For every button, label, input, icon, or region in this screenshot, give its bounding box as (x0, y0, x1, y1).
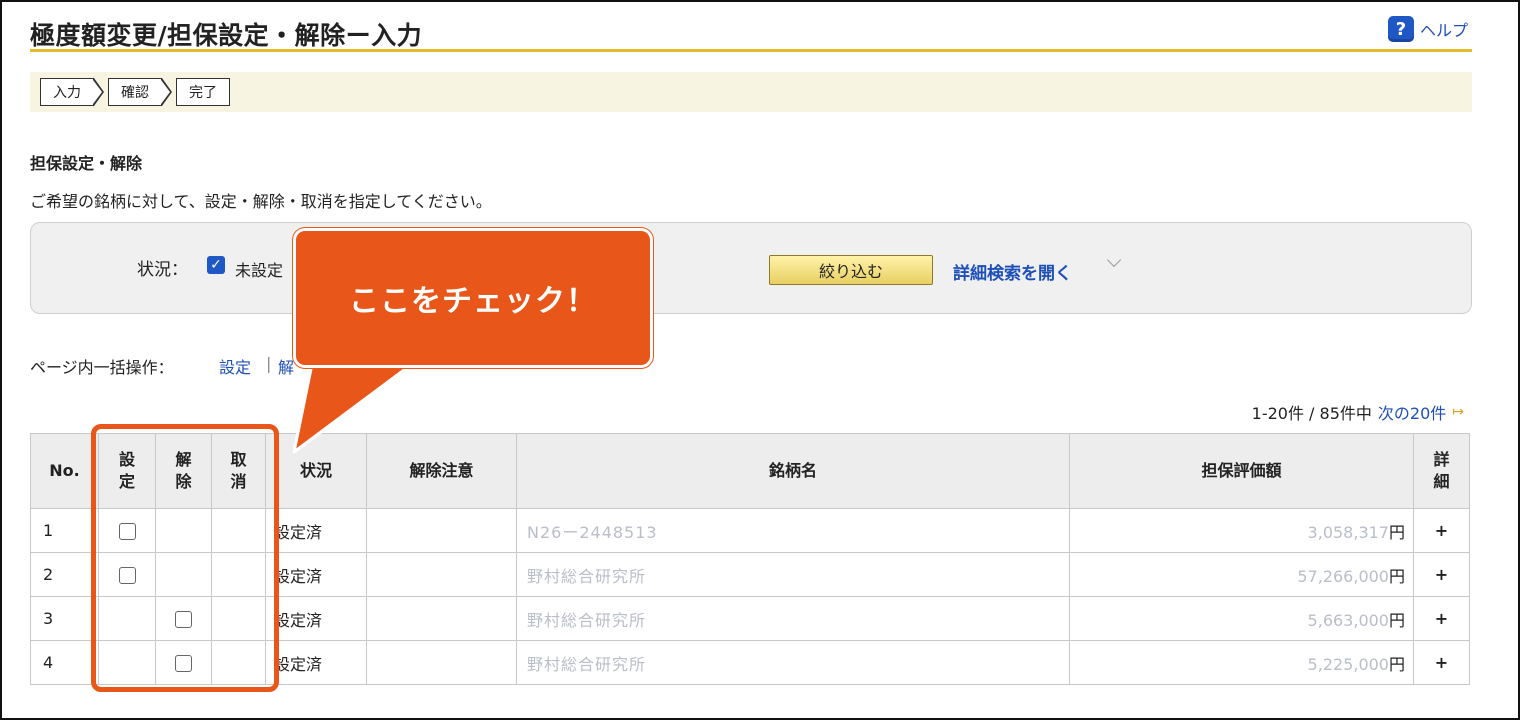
title-divider (30, 49, 1472, 52)
step-confirm: 確認 (108, 78, 162, 106)
pager-summary: 1-20件 / 85件中 (1251, 404, 1372, 423)
arrow-right-icon[interactable]: ↦ (1452, 404, 1464, 420)
row-value: 5,663,000 (1307, 610, 1389, 630)
row-yen: 円 (1388, 610, 1405, 630)
step-arrow-icon (160, 78, 172, 106)
next-page-link[interactable]: 次の20件 (1378, 400, 1446, 424)
checkbox-columns-highlight (91, 424, 279, 692)
detail-search-link[interactable]: 詳細検索を開く (953, 259, 1072, 284)
expand-detail-icon[interactable]: + (1413, 640, 1470, 685)
header-value: 担保評価額 (1069, 433, 1414, 509)
row-value-cell: 3,058,317円 (1069, 508, 1414, 553)
row-value: 57,266,000 (1297, 566, 1389, 586)
row-no: 2 (30, 552, 99, 597)
row-name: 野村総合研究所 (516, 552, 1070, 597)
row-name: 野村総合研究所 (516, 640, 1070, 685)
status-filter-label: 状況： (137, 260, 188, 280)
bulk-action-label: ページ内一括操作： (30, 358, 174, 377)
row-no: 3 (30, 596, 99, 641)
expand-detail-icon[interactable]: + (1413, 508, 1470, 553)
page-title: 極度額変更/担保設定・解除ー入力 (30, 21, 423, 50)
header-detail: 詳細 (1413, 433, 1470, 509)
step-arrow-icon (92, 78, 104, 106)
row-name: N26ー2448513 (516, 508, 1070, 553)
release-note-cell (366, 640, 517, 685)
pagination: 1-20件 / 85件中 次の20件 ↦ (1252, 400, 1464, 424)
row-value: 5,225,000 (1307, 654, 1389, 674)
header-detail-text: 詳細 (1433, 449, 1450, 491)
chevron-down-icon[interactable] (1106, 252, 1122, 268)
status-unset-checkbox[interactable]: ✓ (207, 256, 225, 274)
help-label: ヘルプ (1419, 21, 1468, 40)
row-yen: 円 (1388, 566, 1405, 586)
release-note-cell (366, 596, 517, 641)
step-complete: 完了 (176, 78, 230, 106)
step-input: 入力 (40, 78, 94, 106)
header-name: 銘柄名 (516, 433, 1070, 509)
row-status: 設定済 (265, 640, 367, 685)
help-link[interactable]: ? ヘルプ (1387, 16, 1468, 42)
release-note-cell (366, 508, 517, 553)
row-status: 設定済 (265, 596, 367, 641)
filter-panel: 状況： ✓ 未設定 絞り込む 詳細検索を開く (30, 222, 1472, 314)
filter-button[interactable]: 絞り込む (769, 255, 933, 285)
instruction-text: ご希望の銘柄に対して、設定・解除・取消を指定してください。 (30, 192, 492, 211)
help-icon: ? (1387, 16, 1414, 42)
expand-detail-icon[interactable]: + (1413, 596, 1470, 641)
row-status: 設定済 (265, 552, 367, 597)
row-yen: 円 (1388, 522, 1405, 542)
row-status: 設定済 (265, 508, 367, 553)
row-name: 野村総合研究所 (516, 596, 1070, 641)
row-no: 4 (30, 640, 99, 685)
bulk-separator: | (266, 354, 272, 373)
row-value-cell: 5,663,000円 (1069, 596, 1414, 641)
release-note-cell (366, 552, 517, 597)
row-no: 1 (30, 508, 99, 553)
callout-tail (292, 360, 414, 454)
row-value: 3,058,317 (1307, 522, 1389, 542)
bulk-set-link[interactable]: 設定 (219, 354, 251, 378)
row-value-cell: 5,225,000円 (1069, 640, 1414, 685)
row-value-cell: 57,266,000円 (1069, 552, 1414, 597)
status-unset-label: 未設定 (235, 261, 284, 280)
row-yen: 円 (1388, 654, 1405, 674)
section-heading: 担保設定・解除 (30, 154, 143, 173)
header-no: No. (30, 433, 99, 509)
screenshot-frame: 極度額変更/担保設定・解除ー入力 ? ヘルプ 入力 確認 完了 担保設定・解除 … (0, 0, 1520, 720)
step-indicator: 入力 確認 完了 (30, 72, 1472, 112)
callout-bubble: ここをチェック！ (293, 228, 653, 368)
expand-detail-icon[interactable]: + (1413, 552, 1470, 597)
